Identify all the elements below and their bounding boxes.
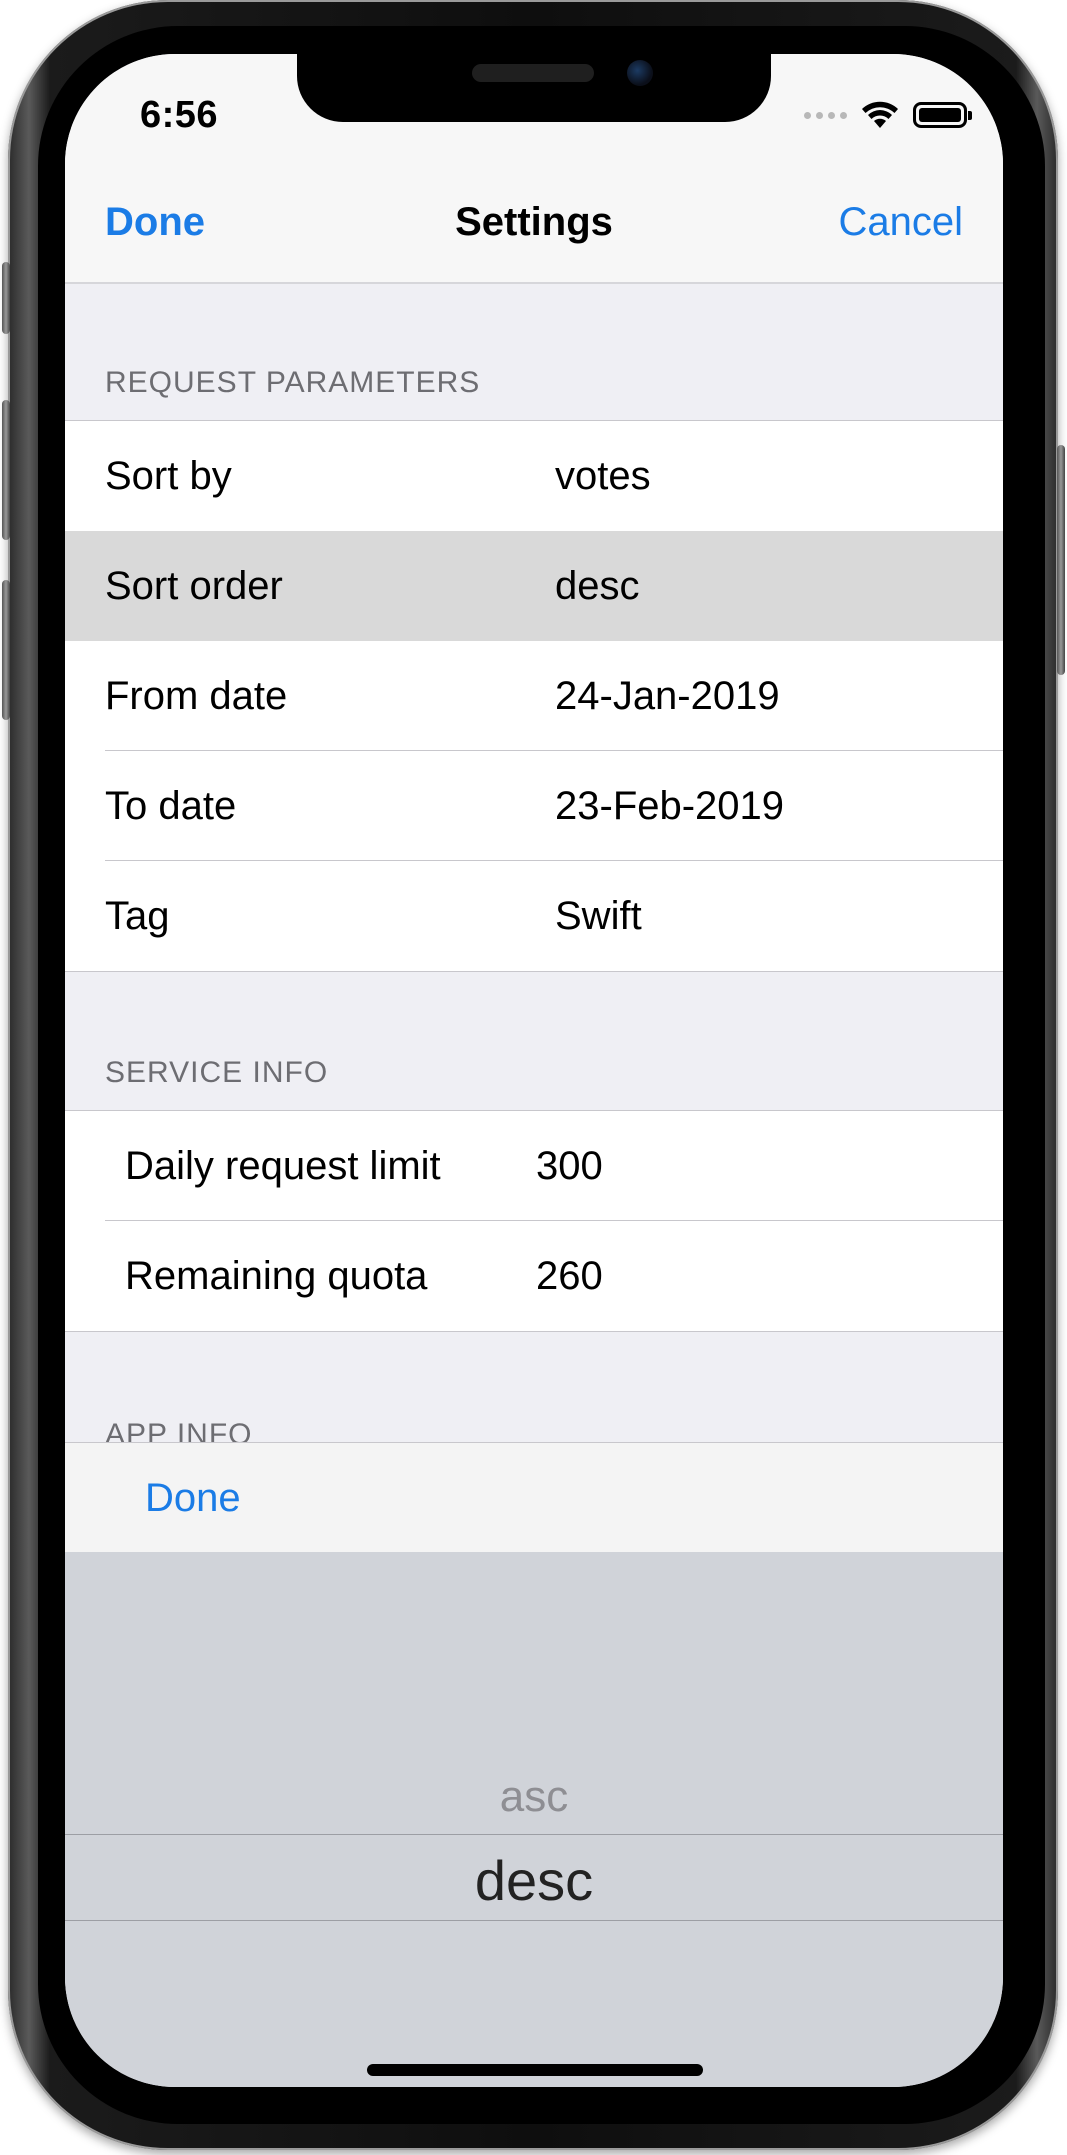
- sort-order-picker[interactable]: asc desc: [65, 1552, 1003, 2087]
- picker-done-button[interactable]: Done: [145, 1443, 241, 1553]
- row-label: Remaining quota: [125, 1254, 428, 1298]
- status-time: 6:56: [140, 94, 219, 136]
- notch: [297, 54, 771, 122]
- row-value: 300: [536, 1144, 603, 1188]
- picker-toolbar: Done: [65, 1442, 1003, 1553]
- row-label: Tag: [105, 894, 170, 938]
- service-info-group: Daily request limit 300 Remaining quota …: [65, 1110, 1003, 1332]
- picker-option-asc[interactable]: asc: [65, 1772, 1003, 1822]
- row-label: Sort order: [105, 564, 283, 608]
- picker-option-desc[interactable]: desc: [65, 1848, 1003, 1913]
- row-label: Sort by: [105, 454, 232, 498]
- row-label: Daily request limit: [125, 1144, 441, 1188]
- row-value: Swift: [555, 894, 642, 938]
- volume-up-button: [2, 400, 10, 540]
- row-from-date[interactable]: From date 24-Jan-2019: [65, 641, 1003, 751]
- row-label: From date: [105, 674, 288, 718]
- speaker-grille: [472, 64, 594, 82]
- section-header-service-info: SERVICE INFO: [105, 1056, 329, 1089]
- picker-selection-top-line: [65, 1834, 1003, 1835]
- front-camera: [627, 60, 653, 86]
- home-indicator[interactable]: [367, 2064, 703, 2076]
- request-parameters-group: Sort by votes Sort order desc From date …: [65, 420, 1003, 972]
- row-label: To date: [105, 784, 237, 828]
- row-value: votes: [555, 454, 651, 498]
- done-button[interactable]: Done: [105, 200, 205, 245]
- battery-icon: [913, 102, 972, 128]
- row-tag[interactable]: Tag Swift: [65, 861, 1003, 971]
- page: 6:56 Done Settings Cancel REQUEST PARAME…: [0, 0, 1067, 2155]
- row-value: 260: [536, 1254, 603, 1298]
- row-sort-order[interactable]: Sort order desc: [65, 531, 1003, 641]
- wifi-icon: [862, 101, 898, 128]
- row-value: desc: [555, 564, 640, 608]
- cancel-button[interactable]: Cancel: [838, 200, 963, 245]
- row-value: 23-Feb-2019: [555, 784, 785, 828]
- status-icons: [804, 100, 972, 130]
- row-value: 24-Jan-2019: [555, 674, 780, 718]
- section-header-request-parameters: REQUEST PARAMETERS: [105, 366, 481, 399]
- picker-selection-bottom-line: [65, 1920, 1003, 1921]
- row-to-date[interactable]: To date 23-Feb-2019: [65, 751, 1003, 861]
- power-button: [1057, 445, 1065, 675]
- row-sort-by[interactable]: Sort by votes: [65, 421, 1003, 531]
- mute-switch: [2, 262, 10, 334]
- row-daily-request-limit: Daily request limit 300: [65, 1111, 1003, 1221]
- signal-dots-icon: [804, 111, 847, 119]
- screen: 6:56 Done Settings Cancel REQUEST PARAME…: [65, 54, 1003, 2087]
- volume-down-button: [2, 580, 10, 720]
- row-remaining-quota: Remaining quota 260: [65, 1221, 1003, 1331]
